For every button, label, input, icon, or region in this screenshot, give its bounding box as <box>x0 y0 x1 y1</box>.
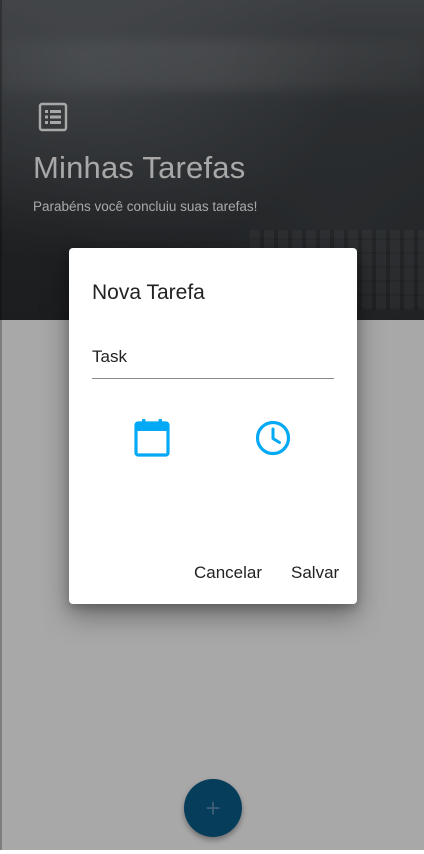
save-button[interactable]: Salvar <box>291 563 339 583</box>
clock-icon <box>255 420 291 456</box>
app-screen: Minhas Tarefas Parabéns você concluiu su… <box>0 0 424 854</box>
screen-left-edge <box>0 0 2 854</box>
cancel-button[interactable]: Cancelar <box>194 563 262 583</box>
pick-date-button[interactable] <box>132 418 172 458</box>
pick-time-button[interactable] <box>253 418 293 458</box>
new-task-dialog: Nova Tarefa Cancelar Salvar <box>69 248 357 604</box>
dialog-title: Nova Tarefa <box>92 281 205 304</box>
screen-bottom-edge <box>0 850 424 854</box>
task-name-input[interactable] <box>92 336 334 379</box>
calendar-icon <box>134 419 170 457</box>
